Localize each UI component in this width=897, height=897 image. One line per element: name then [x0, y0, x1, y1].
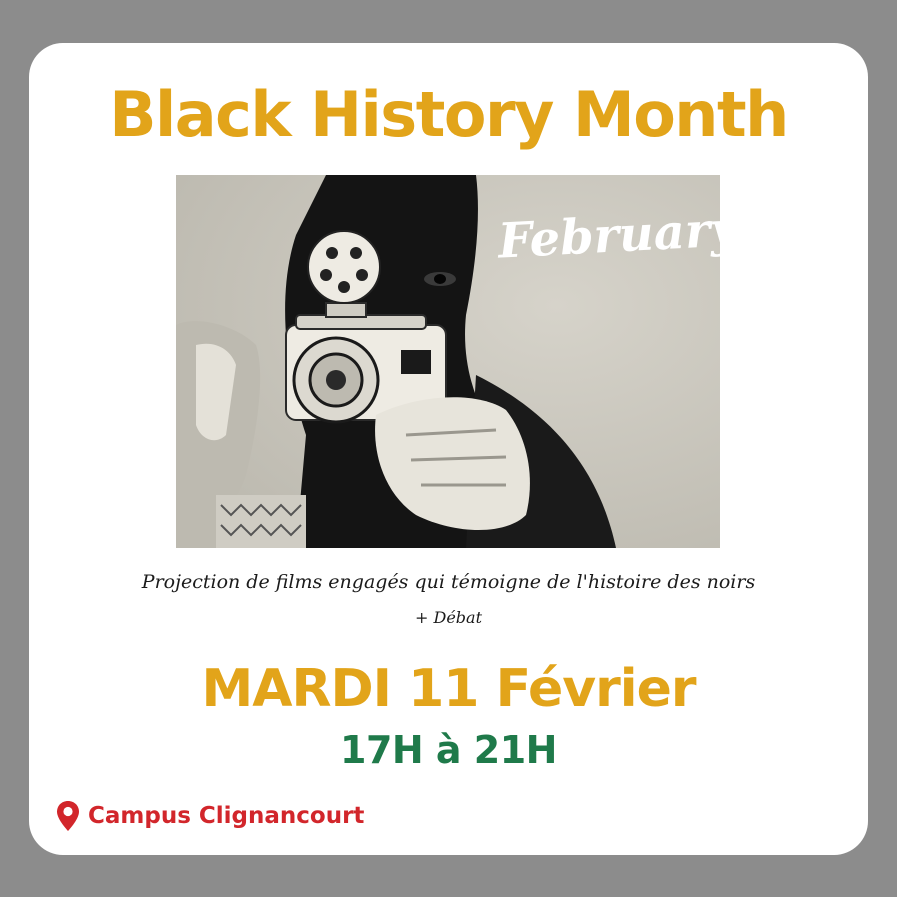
event-location: Campus Clignancourt — [56, 798, 364, 834]
poster-title: Black History Month — [109, 78, 789, 151]
event-description: Projection de films engagés qui témoigne… — [141, 571, 756, 593]
month-script-word: February — [496, 201, 740, 270]
event-description-extra: + Débat — [415, 608, 482, 627]
map-pin-icon — [56, 800, 80, 832]
event-hours: 17H à 21H — [340, 728, 557, 772]
location-label: Campus Clignancourt — [88, 803, 365, 829]
event-date: MARDI 11 Février — [201, 659, 696, 719]
